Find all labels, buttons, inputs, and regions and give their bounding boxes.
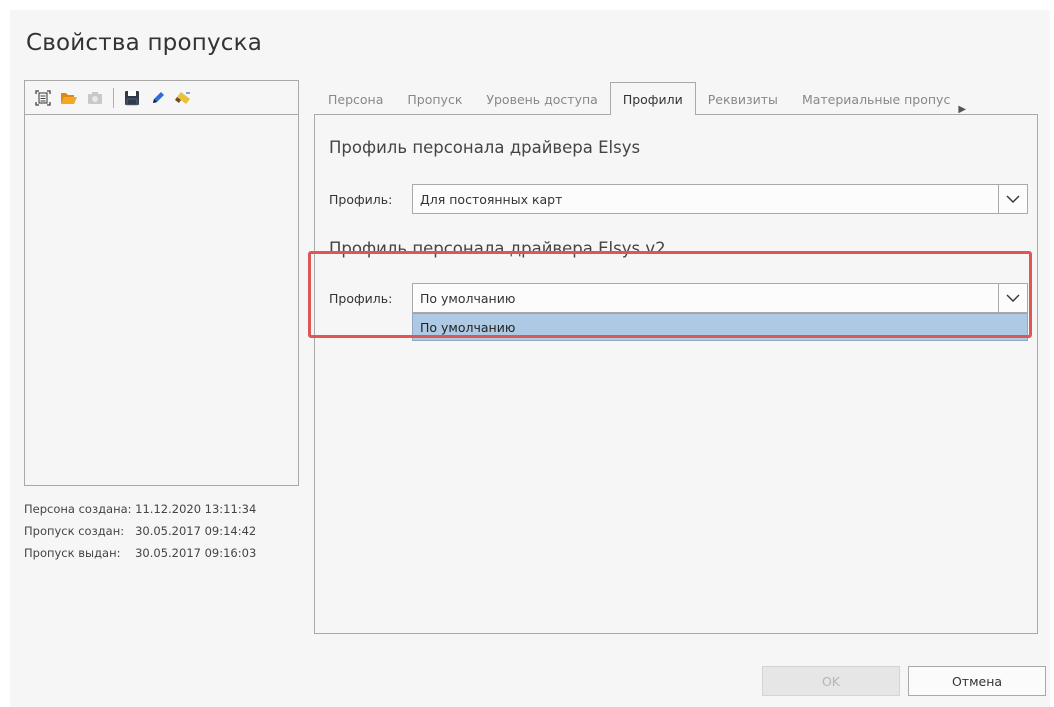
edit-icon[interactable] bbox=[148, 88, 168, 108]
pass-issued-label: Пропуск выдан: bbox=[24, 546, 121, 560]
tab-profiles[interactable]: Профили bbox=[609, 82, 696, 115]
dropdown-option-label: По умолчанию bbox=[420, 320, 516, 335]
elsys-v2-profile-select[interactable]: По умолчанию bbox=[412, 283, 1028, 313]
tab-details[interactable]: Реквизиты bbox=[696, 83, 790, 115]
scan-icon[interactable] bbox=[33, 88, 53, 108]
tab-access-level[interactable]: Уровень доступа bbox=[474, 83, 609, 115]
elsys-profile-value: Для постоянных карт bbox=[420, 192, 563, 207]
tab-pass[interactable]: Пропуск bbox=[395, 83, 474, 115]
photo-panel bbox=[24, 80, 299, 486]
profiles-tab-content: Профиль персонала драйвера Elsys Профиль… bbox=[314, 114, 1038, 634]
elsys-v2-profile-value: По умолчанию bbox=[420, 291, 516, 306]
cancel-button[interactable]: Отмена bbox=[908, 666, 1046, 696]
toolbar-separator bbox=[113, 87, 114, 108]
record-info: Персона создана: 11.12.2020 13:11:34 Про… bbox=[24, 498, 256, 564]
save-icon[interactable] bbox=[122, 88, 142, 108]
pass-properties-dialog: Свойства пропуска Персона создана: 11.12… bbox=[10, 10, 1050, 707]
tab-material-passes[interactable]: Материальные пропус bbox=[790, 83, 962, 115]
pass-created-value: 30.05.2017 09:14:42 bbox=[135, 524, 257, 538]
tab-person[interactable]: Персона bbox=[316, 83, 395, 115]
person-created-value: 11.12.2020 13:11:34 bbox=[135, 502, 257, 516]
chevron-down-icon[interactable] bbox=[998, 185, 1027, 213]
person-created-label: Персона создана: bbox=[24, 502, 132, 516]
person-created-row: Персона создана: 11.12.2020 13:11:34 bbox=[24, 498, 256, 520]
camera-icon[interactable] bbox=[85, 88, 105, 108]
elsys-section-title: Профиль персонала драйвера Elsys bbox=[329, 138, 641, 157]
photo-toolbar bbox=[25, 81, 298, 115]
dropdown-option-default[interactable]: По умолчанию bbox=[412, 313, 1028, 341]
pass-created-label: Пропуск создан: bbox=[24, 524, 125, 538]
ok-button[interactable]: OK bbox=[762, 666, 900, 696]
elsys-profile-select[interactable]: Для постоянных карт bbox=[412, 184, 1028, 214]
pass-issued-row: Пропуск выдан: 30.05.2017 09:16:03 bbox=[24, 542, 256, 564]
folder-open-icon[interactable] bbox=[59, 88, 79, 108]
pass-issued-value: 30.05.2017 09:16:03 bbox=[135, 546, 257, 560]
elsys-profile-label: Профиль: bbox=[329, 192, 393, 207]
elsys-v2-section-title: Профиль персонала драйвера Elsys v2 bbox=[329, 239, 666, 258]
pass-created-row: Пропуск создан: 30.05.2017 09:14:42 bbox=[24, 520, 256, 542]
erase-icon[interactable] bbox=[174, 88, 194, 108]
chevron-down-icon[interactable] bbox=[998, 284, 1027, 312]
tab-bar: Персона Пропуск Уровень доступа Профили … bbox=[316, 82, 1038, 115]
elsys-v2-profile-label: Профиль: bbox=[329, 291, 393, 306]
dialog-title: Свойства пропуска bbox=[26, 30, 263, 56]
